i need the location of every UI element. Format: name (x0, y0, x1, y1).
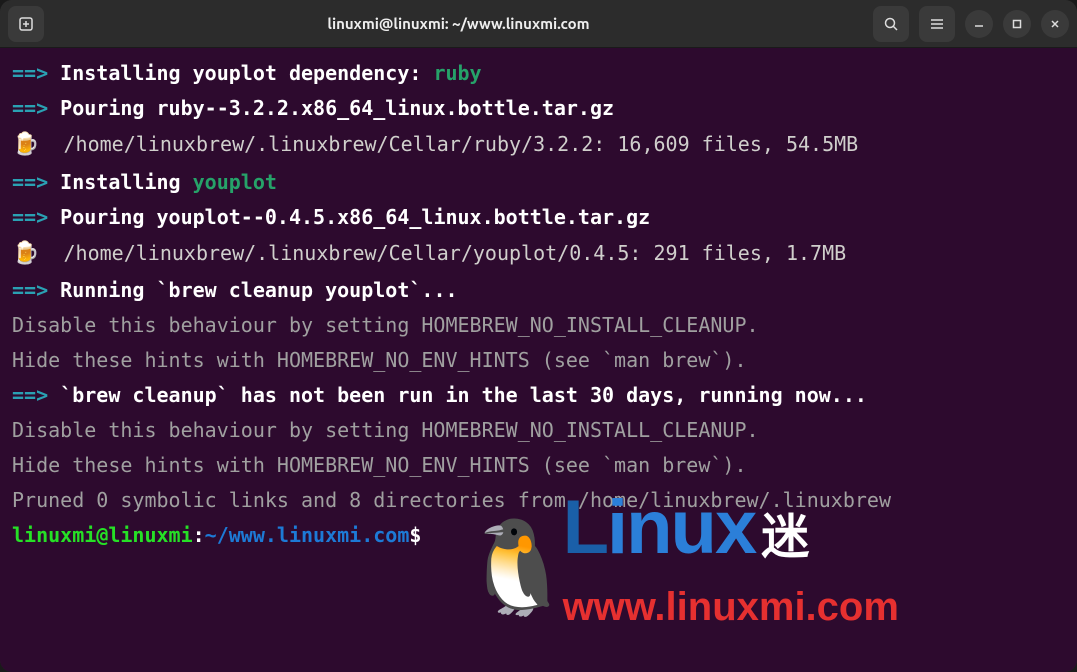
arrow-prefix: ==> (12, 278, 48, 302)
prompt-user: linuxmi@linuxmi (12, 523, 193, 547)
prompt-end: $ (409, 523, 421, 547)
maximize-button[interactable] (1003, 10, 1031, 38)
terminal-content[interactable]: ==> Installing youplot dependency: ruby … (0, 48, 1077, 672)
output-text: Installing (48, 170, 193, 194)
output-line: Disable this behaviour by setting HOMEBR… (12, 413, 1065, 448)
search-icon (883, 16, 899, 32)
output-line: ==> Pouring ruby--3.2.2.x86_64_linux.bot… (12, 91, 1065, 126)
close-icon (1049, 18, 1061, 30)
output-line: ==> `brew cleanup` has not been run in t… (12, 378, 1065, 413)
close-button[interactable] (1041, 10, 1069, 38)
output-text: `brew cleanup` has not been run in the l… (48, 383, 867, 407)
menu-button[interactable] (919, 6, 955, 42)
titlebar-controls (873, 6, 1069, 42)
minimize-icon (973, 18, 985, 30)
minimize-button[interactable] (965, 10, 993, 38)
titlebar: linuxmi@linuxmi: ~/www.linuxmi.com (0, 0, 1077, 48)
output-line: ==> Pouring youplot--0.4.5.x86_64_linux.… (12, 200, 1065, 235)
output-line: ==> Installing youplot (12, 165, 1065, 200)
output-text: Pouring youplot--0.4.5.x86_64_linux.bott… (48, 205, 650, 229)
output-text: Running `brew cleanup youplot`... (48, 278, 457, 302)
arrow-prefix: ==> (12, 96, 48, 120)
new-tab-icon (18, 16, 34, 32)
arrow-prefix: ==> (12, 61, 48, 85)
output-text: /home/linuxbrew/.linuxbrew/Cellar/youplo… (39, 241, 846, 265)
beer-icon: 🍺 (12, 132, 39, 157)
prompt-line: linuxmi@linuxmi:~/www.linuxmi.com$ (12, 518, 1065, 553)
arrow-prefix: ==> (12, 383, 48, 407)
package-name: ruby (433, 61, 481, 85)
output-line: ==> Installing youplot dependency: ruby (12, 56, 1065, 91)
output-text: Installing youplot dependency: (48, 61, 433, 85)
search-button[interactable] (873, 6, 909, 42)
prompt-path: ~/www.linuxmi.com (205, 523, 410, 547)
new-tab-button[interactable] (8, 6, 44, 42)
output-line: Pruned 0 symbolic links and 8 directorie… (12, 483, 1065, 518)
output-line: Disable this behaviour by setting HOMEBR… (12, 308, 1065, 343)
hamburger-icon (929, 16, 945, 32)
package-name: youplot (193, 170, 277, 194)
arrow-prefix: ==> (12, 170, 48, 194)
terminal-window: linuxmi@linuxmi: ~/www.linuxmi.com ==> I… (0, 0, 1077, 672)
beer-icon: 🍺 (12, 241, 39, 266)
prompt-separator: : (193, 523, 205, 547)
arrow-prefix: ==> (12, 205, 48, 229)
output-line: 🍺 /home/linuxbrew/.linuxbrew/Cellar/ruby… (12, 126, 1065, 165)
output-line: Hide these hints with HOMEBREW_NO_ENV_HI… (12, 448, 1065, 483)
output-line: 🍺 /home/linuxbrew/.linuxbrew/Cellar/youp… (12, 235, 1065, 274)
watermark-url: www.linuxmi.com (563, 572, 899, 642)
output-text: Pouring ruby--3.2.2.x86_64_linux.bottle.… (48, 96, 614, 120)
maximize-icon (1011, 18, 1023, 30)
window-title: linuxmi@linuxmi: ~/www.linuxmi.com (44, 15, 873, 32)
output-line: ==> Running `brew cleanup youplot`... (12, 273, 1065, 308)
output-line: Hide these hints with HOMEBREW_NO_ENV_HI… (12, 343, 1065, 378)
output-text: /home/linuxbrew/.linuxbrew/Cellar/ruby/3… (39, 132, 858, 156)
